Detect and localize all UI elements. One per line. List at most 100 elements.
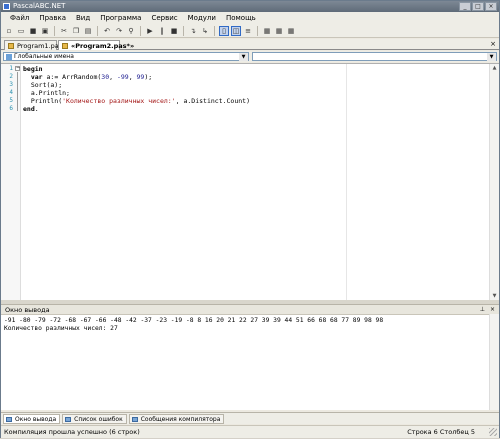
window-1-icon[interactable]: ▦ <box>262 26 272 36</box>
menu-item[interactable]: Сервис <box>146 14 182 22</box>
fold-toggle[interactable]: − <box>15 66 20 71</box>
tab-program1[interactable]: Program1.pas* <box>4 40 65 50</box>
paste-icon[interactable]: ▤ <box>83 26 93 36</box>
output-window[interactable]: -91 -80 -79 -72 -68 -67 -66 -48 -42 -37 … <box>1 314 499 410</box>
bottom-tab[interactable]: Окно вывода <box>3 413 61 424</box>
bottom-tab-label: Сообщения компилятора <box>140 415 221 423</box>
code-token: -99 <box>116 73 129 81</box>
bottom-tab-label: Окно вывода <box>15 415 57 423</box>
source-code[interactable]: begin var a:= ArrRandom(30, -99, 99); So… <box>23 65 250 113</box>
compiler-messages-icon <box>131 416 138 422</box>
menu-item[interactable]: Программа <box>95 14 146 22</box>
namespace-icon <box>6 54 12 60</box>
new-file-icon[interactable]: ▫ <box>4 26 14 36</box>
code-editor[interactable]: − 123456 begin var a:= ArrRandom(30, -99… <box>1 63 499 301</box>
output-panel-header: Окно вывода ⊥ × <box>1 304 499 314</box>
find-icon[interactable]: ⚲ <box>126 26 136 36</box>
bottom-panel-tabs: Окно вывода Список ошибок Сообщения компил… <box>1 412 499 424</box>
cursor-position: Строка 6 Столбец 5 <box>407 426 475 439</box>
step-over-icon[interactable]: ↳ <box>200 26 210 36</box>
code-token: 30 <box>101 73 110 81</box>
maximize-button[interactable]: □ <box>472 2 484 11</box>
window-2-icon[interactable]: ▦ <box>274 26 284 36</box>
window-3-icon[interactable]: ▦ <box>286 26 296 36</box>
undo-icon[interactable]: ↶ <box>102 26 112 36</box>
output-vertical-scrollbar[interactable] <box>489 314 499 410</box>
code-token: , a.Distinct.Count) <box>175 97 250 105</box>
bottom-tab-label: Список ошибок <box>74 415 123 423</box>
toolbar-separator <box>140 25 141 36</box>
chevron-down-icon[interactable]: ▼ <box>487 53 496 61</box>
pause-icon[interactable]: ‖ <box>157 26 167 36</box>
minimize-button[interactable]: _ <box>459 2 471 11</box>
chevron-down-icon[interactable]: ▼ <box>239 53 248 61</box>
tab-label: «Program2.pas*» <box>71 42 135 50</box>
window-controls: _ □ × <box>459 2 497 11</box>
pascal-file-icon <box>8 43 14 49</box>
title-bar: PascalABC.NET _ □ × <box>1 1 499 12</box>
tab-program2[interactable]: «Program2.pas*» <box>58 40 134 50</box>
code-token: ); <box>144 73 153 81</box>
layout-two-icon[interactable]: ◫ <box>231 25 241 36</box>
step-into-icon[interactable]: ↴ <box>188 26 198 36</box>
copy-icon[interactable]: ❐ <box>71 26 81 36</box>
save-all-icon[interactable]: ▣ <box>40 26 50 36</box>
code-token: Println( <box>23 97 63 105</box>
output-line: -91 -80 -79 -72 -68 -67 -66 -48 -42 -37 … <box>4 317 384 324</box>
menu-item[interactable]: Модули <box>183 14 221 22</box>
toolbar-separator <box>214 25 215 36</box>
bottom-tab[interactable]: Сообщения компилятора <box>128 413 225 424</box>
row-label: Строка <box>407 428 432 436</box>
menu-item[interactable]: Помощь <box>221 14 261 22</box>
scope-value: Глобальные имена <box>14 53 74 60</box>
menu-bar: Файл Правка Вид Программа Сервис Модули Помощь <box>1 12 499 24</box>
code-token: 'Количество различных чисел:' <box>62 97 176 105</box>
save-icon[interactable]: ■ <box>28 26 38 36</box>
app-window: PascalABC.NET _ □ × Файл Правка Вид Програм… <box>0 0 500 438</box>
open-folder-icon[interactable]: ▭ <box>16 26 26 36</box>
close-window-button[interactable]: × <box>485 2 497 11</box>
close-tab-button[interactable]: × <box>490 39 496 49</box>
code-token: Sort(a); <box>23 81 63 89</box>
editor-vertical-scrollbar[interactable]: ▲ ▼ <box>489 64 499 301</box>
code-line[interactable]: Println('Количество различных чисел:', a… <box>23 97 250 105</box>
line-number: 1 <box>9 65 13 72</box>
code-line[interactable]: Sort(a); <box>23 81 250 89</box>
line-number: 2 <box>9 73 13 80</box>
menu-item[interactable]: Правка <box>34 14 71 22</box>
toolbar-separator <box>97 25 98 36</box>
toolbar-separator <box>183 25 184 36</box>
navigation-bar: Глобальные имена ▼ ▼ <box>1 51 499 62</box>
code-line[interactable]: begin <box>23 65 250 73</box>
scroll-up-icon[interactable]: ▲ <box>490 64 499 73</box>
format-icon[interactable]: ≡ <box>243 26 253 36</box>
toolbar-separator <box>54 25 55 36</box>
run-icon[interactable]: ▶ <box>145 26 155 36</box>
code-line[interactable]: end. <box>23 105 250 113</box>
menu-item[interactable]: Файл <box>5 14 34 22</box>
code-line[interactable]: a.Println; <box>23 89 250 97</box>
code-token: , <box>109 73 117 81</box>
redo-icon[interactable]: ↷ <box>114 26 124 36</box>
bottom-tab[interactable]: Список ошибок <box>62 413 127 424</box>
code-token: var <box>23 73 43 81</box>
column-value: 5 <box>470 428 475 436</box>
layout-one-icon[interactable]: ▯ <box>219 25 229 36</box>
code-line[interactable]: var a:= ArrRandom(30, -99, 99); <box>23 73 250 81</box>
stop-icon[interactable]: ■ <box>169 26 179 36</box>
scope-dropdown[interactable]: Глобальные имена ▼ <box>3 52 249 61</box>
toolbar: ▫ ▭ ■ ▣ ✂ ❐ ▤ ↶ ↷ ⚲ ▶ ‖ ■ ↴ ↳ ▯ ◫ ≡ ▦ ▦ ▦ <box>1 24 499 38</box>
output-window-icon <box>6 416 12 422</box>
error-list-icon <box>65 416 72 422</box>
pascal-file-icon <box>62 43 68 49</box>
status-message: Компиляция прошла успешно (6 строк) <box>4 428 140 436</box>
code-token: a.Println; <box>23 89 70 97</box>
row-value: 6 <box>433 428 438 436</box>
toolbar-separator <box>257 25 258 36</box>
member-dropdown[interactable]: ▼ <box>252 52 497 61</box>
menu-item[interactable]: Вид <box>71 14 95 22</box>
column-label: Столбец <box>439 428 469 436</box>
cut-icon[interactable]: ✂ <box>59 26 69 36</box>
code-token: , <box>128 73 137 81</box>
resize-grip[interactable] <box>489 428 497 436</box>
